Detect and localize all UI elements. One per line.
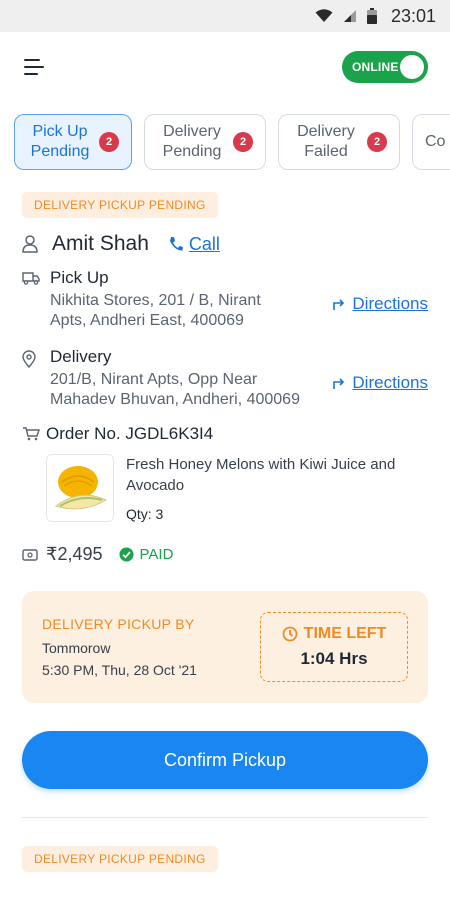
tab-delivery-pending[interactable]: Delivery Pending 2 (144, 114, 266, 170)
hamburger-menu-icon[interactable] (24, 59, 46, 75)
tab-label: Delivery Pending (162, 123, 222, 160)
tab-count-badge: 2 (367, 132, 387, 152)
confirm-pickup-button[interactable]: Confirm Pickup (22, 731, 428, 789)
order-card: DELIVERY PICKUP PENDING Amit Shah Call P… (0, 170, 450, 872)
pickup-address: Nikhita Stores, 201 / B, Nirant Apts, An… (50, 292, 261, 329)
call-link[interactable]: Call (169, 234, 220, 255)
pickup-address-block: Pick Up Nikhita Stores, 201 / B, Nirant … (22, 268, 428, 331)
delivery-title: Delivery (50, 347, 112, 366)
tab-count-badge: 2 (99, 132, 119, 152)
status-bar: 23:01 (0, 0, 450, 32)
tab-delivery-failed[interactable]: Delivery Failed 2 (278, 114, 400, 170)
customer-name: Amit Shah (52, 232, 149, 255)
product-item: Fresh Honey Melons with Kiwi Juice and A… (46, 454, 428, 522)
tab-label: Pick Up Pending (30, 123, 90, 160)
order-number: Order No. JGDL6K3I4 (46, 424, 214, 443)
status-tabs: Pick Up Pending 2 Delivery Pending 2 Del… (0, 102, 450, 170)
tab-pickup-pending[interactable]: Pick Up Pending 2 (14, 114, 132, 170)
pickup-time: 5:30 PM, Thu, 28 Oct '21 (42, 662, 197, 678)
pickup-day: Tommorow (42, 640, 111, 656)
pickup-by-title: DELIVERY PICKUP BY (42, 616, 195, 632)
status-badge: DELIVERY PICKUP PENDING (22, 846, 218, 872)
user-icon (22, 235, 38, 253)
clock-icon (282, 626, 298, 642)
cash-icon (22, 548, 38, 561)
payment-status: PAID (119, 546, 174, 563)
tab-label: Delivery Failed (297, 123, 355, 160)
signal-icon (343, 10, 356, 22)
pickup-title: Pick Up (50, 268, 109, 287)
battery-icon (366, 8, 377, 24)
pickup-deadline-panel: DELIVERY PICKUP BY Tommorow 5:30 PM, Thu… (22, 591, 428, 703)
toggle-knob (400, 55, 424, 79)
app-header: ONLINE (0, 32, 450, 102)
product-name: Fresh Honey Melons with Kiwi Juice and A… (126, 456, 396, 494)
location-pin-icon (22, 350, 36, 369)
time-left-label: TIME LEFT (303, 625, 387, 642)
time-left-value: 1:04 Hrs (300, 649, 368, 668)
online-toggle[interactable]: ONLINE (342, 51, 428, 83)
divider (22, 817, 428, 818)
pickup-directions-link[interactable]: Directions (332, 294, 428, 314)
pickup-truck-icon (22, 272, 40, 285)
tab-count-badge: 2 (233, 132, 253, 152)
tab-completed[interactable]: Co (412, 114, 450, 170)
payment-status-label: PAID (139, 546, 174, 563)
product-image (46, 454, 114, 522)
cart-icon (23, 427, 40, 441)
directions-label: Directions (352, 294, 428, 313)
time-left-box: TIME LEFT 1:04 Hrs (260, 612, 408, 682)
online-toggle-label: ONLINE (352, 60, 399, 74)
price-row: ₹2,495 PAID (22, 544, 428, 565)
order-total: ₹2,495 (46, 544, 103, 564)
order-number-row: Order No. JGDL6K3I4 (22, 424, 428, 444)
phone-icon (169, 237, 183, 251)
product-quantity: Qty: 3 (126, 506, 164, 522)
check-circle-icon (119, 547, 133, 562)
wifi-icon (315, 9, 333, 22)
directions-arrow-icon (333, 299, 345, 310)
directions-arrow-icon (333, 378, 345, 389)
clock: 23:01 (390, 5, 436, 26)
melon-image-icon (54, 466, 108, 510)
delivery-address: 201/B, Nirant Apts, Opp Near Mahadev Bhu… (50, 371, 300, 408)
delivery-directions-link[interactable]: Directions (332, 373, 428, 393)
call-label: Call (188, 233, 220, 254)
customer-row: Amit Shah Call (22, 232, 428, 256)
delivery-address-block: Delivery 201/B, Nirant Apts, Opp Near Ma… (22, 347, 428, 410)
status-badge: DELIVERY PICKUP PENDING (22, 192, 218, 218)
directions-label: Directions (352, 373, 428, 392)
tab-label: Co (425, 133, 446, 150)
